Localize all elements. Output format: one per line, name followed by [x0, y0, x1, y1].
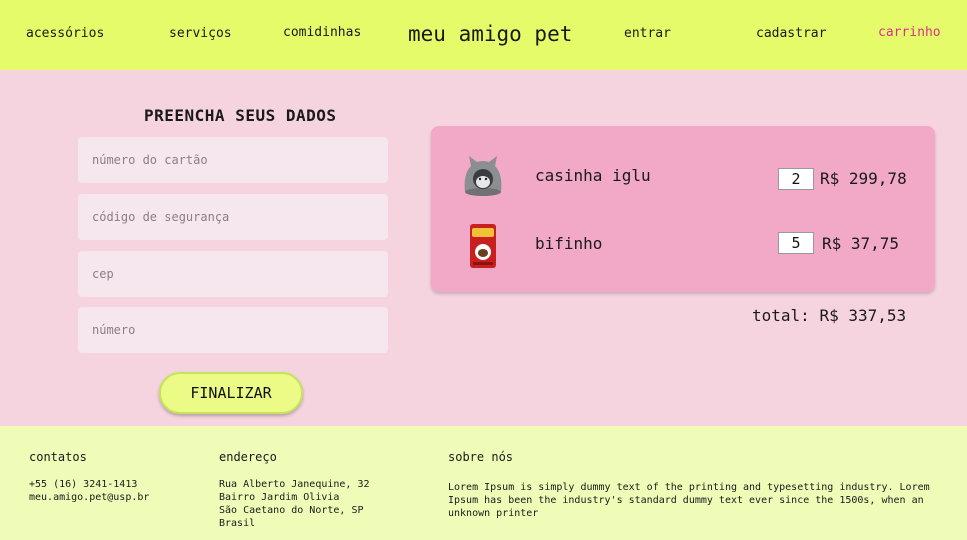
address-heading: endereço [219, 450, 277, 464]
about-line: unknown printer [448, 508, 539, 519]
address-number-field[interactable] [78, 307, 388, 353]
total-label: total: [752, 306, 810, 325]
cart-item-name: casinha iglu [535, 166, 651, 185]
checkout-section: PREENCHA SEUS DADOS FINALIZAR casinha ig… [0, 70, 967, 426]
cart-panel: casinha iglu R$ 299,78 bifinho R$ 37,75 [431, 126, 935, 292]
site-logo-link[interactable]: meu amigo pet [408, 22, 572, 46]
address-line: Bairro Jardim Olivia [219, 492, 340, 503]
card-number-field[interactable] [78, 137, 388, 183]
finalize-button[interactable]: FINALIZAR [159, 372, 303, 414]
treat-bag-icon [470, 224, 496, 268]
about-line: Ipsum has been the industry's standard d… [448, 495, 924, 506]
nav-cadastrar-link[interactable]: cadastrar [756, 26, 826, 41]
nav-entrar-link[interactable]: entrar [624, 26, 671, 41]
about-line: Lorem Ipsum is simply dummy text of the … [448, 482, 930, 493]
email-text: meu.amigo.pet@usp.br [29, 492, 150, 503]
contacts-info: +55 (16) 3241-1413 meu.amigo.pet@usp.br [29, 478, 149, 504]
cart-total: total: R$ 337,53 [752, 306, 906, 325]
contacts-heading: contatos [29, 450, 87, 464]
cart-item-price: R$ 299,78 [820, 169, 907, 188]
address-line: Brasil [219, 518, 256, 529]
site-footer: contatos +55 (16) 3241-1413 meu.amigo.pe… [0, 426, 967, 540]
about-text: Lorem Ipsum is simply dummy text of the … [448, 481, 930, 520]
nav-servicos-link[interactable]: serviços [169, 26, 232, 41]
cart-item: casinha iglu R$ 299,78 [431, 152, 935, 202]
cart-item-price: R$ 37,75 [822, 234, 900, 253]
nav-comidinhas-link[interactable]: comidinhas [283, 25, 361, 40]
nav-acessorios-link[interactable]: acessórios [26, 26, 104, 41]
form-title: PREENCHA SEUS DADOS [144, 106, 337, 125]
address-info: Rua Alberto Janequine, 32 Bairro Jardim … [219, 478, 370, 530]
address-line: São Caetano do Norte, SP [219, 505, 364, 516]
nav-carrinho-link[interactable]: carrinho [878, 25, 941, 40]
address-line: Rua Alberto Janequine, 32 [219, 479, 370, 490]
cart-item: bifinho R$ 37,75 [431, 222, 935, 272]
quantity-input[interactable] [778, 168, 814, 190]
cart-item-name: bifinho [535, 234, 603, 253]
site-header: acessórios serviços comidinhas meu amigo… [0, 0, 967, 70]
security-code-field[interactable] [78, 194, 388, 240]
cep-field[interactable] [78, 251, 388, 297]
total-value: R$ 337,53 [819, 306, 907, 325]
phone-text: +55 (16) 3241-1413 [29, 479, 138, 490]
about-heading: sobre nós [448, 450, 514, 464]
cat-igloo-bed-icon [464, 156, 502, 196]
quantity-input[interactable] [778, 232, 814, 254]
